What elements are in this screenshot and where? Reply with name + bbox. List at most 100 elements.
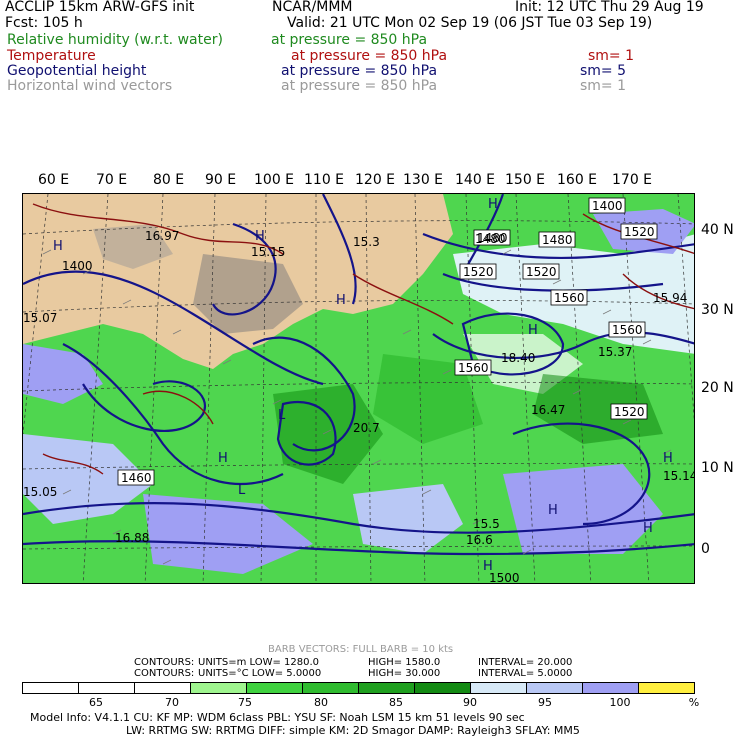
height-label: 1480 (475, 232, 506, 246)
temperature-label: 15.37 (598, 345, 632, 359)
height-label: 1500 (489, 571, 520, 584)
lon-label: 70 E (96, 172, 128, 188)
temperature-label: 15.5 (473, 517, 500, 531)
contours-label: CONTOURS: (134, 657, 195, 668)
lon-label: 60 E (38, 172, 70, 188)
height-label: 1560 (458, 361, 489, 375)
lon-label: 80 E (153, 172, 185, 188)
scale-tick: 75 (238, 696, 252, 709)
height-label: 1520 (463, 265, 494, 279)
lon-label: 90 E (205, 172, 237, 188)
scale-swatch (79, 683, 135, 693)
temperature-contours-interval: INTERVAL= 5.0000 (478, 668, 573, 679)
height-label: 1520 (614, 405, 645, 419)
temperature-label: 15.3 (353, 235, 380, 249)
header-valid-time: Valid: 21 UTC Mon 02 Sep 19 (06 JST Tue … (287, 15, 653, 31)
weather-map-panel: 1400 1480 1480 1520 1520 1520 1560 1560 … (22, 193, 695, 584)
lon-label: 140 E (455, 172, 496, 188)
height-contours-range: UNITS=m LOW= 1280.0 (198, 657, 320, 668)
header-forecast-hour: Fcst: 105 h (5, 15, 83, 31)
pressure-center-marker: L (278, 408, 286, 423)
height-label: 1520 (624, 225, 655, 239)
temperature-label: 20.7 (353, 421, 380, 435)
height-contours-interval: INTERVAL= 20.000 (478, 657, 573, 668)
temperature-label: 15.94 (653, 291, 687, 305)
pressure-center-marker: H (336, 293, 346, 308)
temperature-label: 15.15 (251, 245, 285, 259)
field-wind-name: Horizontal wind vectors (7, 78, 173, 94)
field-height-name: Geopotential height (7, 63, 147, 79)
lat-label: 40 N (701, 222, 734, 238)
rh-color-scale (22, 682, 695, 694)
temperature-label: 15.14 (663, 469, 695, 483)
temperature-label: 16.97 (145, 229, 179, 243)
height-label: 1400 (592, 199, 623, 213)
pressure-center-marker: H (255, 229, 265, 244)
lat-label: 30 N (701, 302, 734, 318)
pressure-center-marker: H (218, 451, 228, 466)
scale-tick: 85 (389, 696, 403, 709)
lon-label: 170 E (612, 172, 653, 188)
field-rh-pressure: at pressure = 850 hPa (271, 32, 428, 48)
scale-tick: 80 (314, 696, 328, 709)
lat-label: 20 N (701, 380, 734, 396)
pressure-center-marker: H (643, 521, 653, 536)
field-temp-pressure: at pressure = 850 hPa (291, 48, 448, 64)
scale-tick: 70 (165, 696, 179, 709)
contours-label: CONTOURS: (134, 668, 195, 679)
scale-swatch (23, 683, 79, 693)
scale-swatch (191, 683, 247, 693)
temperature-label: 18.40 (501, 351, 535, 365)
scale-tick: % (688, 696, 700, 709)
scale-tick: 90 (463, 696, 477, 709)
height-label: 1480 (542, 233, 573, 247)
temperature-label: 15.05 (23, 485, 57, 499)
scale-swatch (639, 683, 694, 693)
model-info-line2: LW: RRTMG SW: RRTMG DIFF: simple KM: 2D … (126, 724, 580, 737)
field-wind-pressure: at pressure = 850 hPa (281, 78, 438, 94)
lon-label: 120 E (355, 172, 396, 188)
pressure-center-marker: H (548, 503, 558, 518)
field-wind-smoothing: sm= 1 (580, 78, 627, 94)
lon-label: 150 E (505, 172, 546, 188)
height-label: 1560 (612, 323, 643, 337)
pressure-center-marker: H (488, 197, 498, 212)
lon-label: 130 E (403, 172, 444, 188)
lon-label: 100 E (254, 172, 295, 188)
height-label: 1460 (121, 471, 152, 485)
scale-swatch (527, 683, 583, 693)
scale-swatch (415, 683, 471, 693)
model-info-line1: Model Info: V4.1.1 CU: KF MP: WDM 6class… (30, 711, 525, 724)
lat-label: 0 (701, 541, 710, 557)
field-height-pressure: at pressure = 850 hPa (281, 63, 438, 79)
pressure-center-marker: H (483, 559, 493, 574)
field-height-smoothing: sm= 5 (580, 63, 627, 79)
temperature-label: 15.07 (23, 311, 57, 325)
barb-vector-info: BARB VECTORS: FULL BARB = 10 kts (268, 644, 454, 655)
header-org: NCAR/MMM (272, 0, 353, 15)
lon-label: 160 E (557, 172, 598, 188)
scale-swatch (247, 683, 303, 693)
header-init: Init: 12 UTC Thu 29 Aug 19 (515, 0, 704, 15)
scale-tick: 100 (609, 696, 631, 709)
field-temp-smoothing: sm= 1 (588, 48, 635, 64)
scale-tick: 65 (89, 696, 103, 709)
scale-swatch (583, 683, 639, 693)
temperature-label: 16.6 (466, 533, 493, 547)
scale-swatch (359, 683, 415, 693)
scale-swatch (303, 683, 359, 693)
scale-tick: 95 (538, 696, 552, 709)
weather-map-graphic: 1400 1480 1480 1520 1520 1520 1560 1560 … (23, 194, 695, 584)
temperature-contours-high: HIGH= 30.000 (368, 668, 441, 679)
height-contours-high: HIGH= 1580.0 (368, 657, 441, 668)
height-label: 1400 (62, 259, 93, 273)
height-label: 1520 (526, 265, 557, 279)
height-label: 1560 (554, 291, 585, 305)
lat-label: 10 N (701, 460, 734, 476)
scale-swatch (135, 683, 191, 693)
scale-swatch (471, 683, 527, 693)
lon-label: 110 E (304, 172, 345, 188)
pressure-center-marker: H (53, 239, 63, 254)
pressure-center-marker: L (238, 483, 246, 498)
temperature-label: 16.88 (115, 531, 149, 545)
